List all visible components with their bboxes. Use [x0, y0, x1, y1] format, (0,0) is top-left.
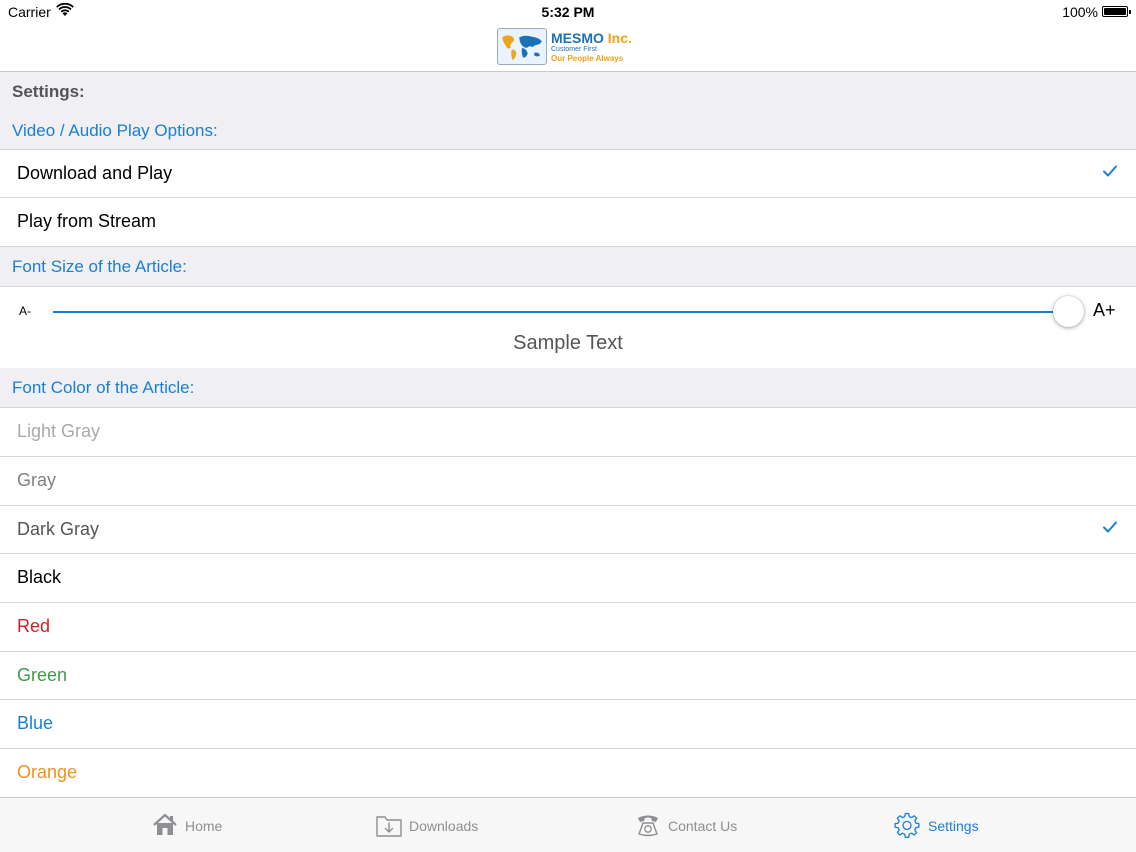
tab-bar: Home Downloads Contact Us Settings	[0, 797, 1136, 852]
settings-title-section: Settings:	[0, 72, 1136, 112]
color-option-label: Black	[17, 567, 62, 587]
tab-label: Settings	[928, 818, 979, 834]
font-color-header: Font Color of the Article:	[12, 378, 195, 397]
option-play-from-stream[interactable]: Play from Stream	[0, 197, 1136, 246]
color-option-red[interactable]: Red	[0, 602, 1136, 651]
checkmark-icon	[1103, 521, 1117, 533]
font-size-slider-thumb[interactable]	[1053, 296, 1084, 327]
sample-text: Sample Text	[513, 332, 623, 354]
tab-home[interactable]: Home	[140, 798, 250, 852]
color-option-dark-gray[interactable]: Dark Gray	[0, 505, 1136, 554]
logo-brand: MESMO Inc.	[551, 30, 632, 46]
status-bar: Carrier 5:32 PM 100%	[0, 0, 1136, 22]
font-size-header: Font Size of the Article:	[12, 257, 187, 276]
downloads-icon	[376, 816, 402, 837]
logo-tagline-1: Customer First	[551, 46, 597, 53]
world-map-icon	[497, 28, 547, 65]
color-option-green[interactable]: Green	[0, 651, 1136, 700]
color-option-blue[interactable]: Blue	[0, 699, 1136, 748]
color-option-label: Green	[17, 665, 68, 685]
color-option-black[interactable]: Black	[0, 553, 1136, 602]
tab-contact-us[interactable]: Contact Us	[625, 798, 755, 852]
page-title: Settings:	[12, 82, 85, 101]
option-label: Download and Play	[17, 163, 173, 183]
option-label: Play from Stream	[17, 211, 157, 231]
color-option-label: Light Gray	[17, 421, 101, 441]
battery-icon	[1102, 6, 1131, 17]
font-size-slider-row: A- A+ Sample Text	[0, 286, 1136, 368]
play-options-header: Video / Audio Play Options:	[12, 121, 218, 140]
font-size-section: Font Size of the Article:	[0, 246, 1136, 286]
navigation-bar: MESMO Inc. Customer First Our People Alw…	[0, 22, 1136, 72]
color-option-label: Blue	[17, 713, 54, 733]
color-option-gray[interactable]: Gray	[0, 456, 1136, 505]
option-download-and-play[interactable]: Download and Play	[0, 149, 1136, 198]
gear-icon	[894, 812, 920, 838]
font-size-min-label: A-	[19, 304, 31, 318]
logo-tagline-2: Our People Always	[551, 54, 624, 63]
battery-percent: 100%	[1062, 4, 1098, 20]
checkmark-icon	[1103, 165, 1117, 177]
home-icon	[153, 813, 177, 835]
color-option-label: Dark Gray	[17, 519, 100, 539]
tab-label: Downloads	[409, 818, 479, 834]
tab-settings[interactable]: Settings	[882, 798, 1002, 852]
status-time: 5:32 PM	[541, 4, 595, 20]
color-option-label: Red	[17, 616, 51, 636]
color-option-label: Orange	[17, 762, 78, 782]
phone-icon	[638, 815, 658, 837]
font-size-max-label: A+	[1093, 300, 1116, 320]
tab-label: Home	[185, 818, 223, 834]
color-option-label: Gray	[17, 470, 57, 490]
font-color-section: Font Color of the Article:	[0, 368, 1136, 408]
tab-label: Contact Us	[668, 818, 738, 834]
tab-downloads[interactable]: Downloads	[365, 798, 495, 852]
play-options-section: Video / Audio Play Options:	[0, 112, 1136, 150]
font-size-slider-track[interactable]	[53, 311, 1069, 313]
color-option-light-gray[interactable]: Light Gray	[0, 407, 1136, 456]
company-logo: MESMO Inc. Customer First Our People Alw…	[497, 28, 641, 66]
color-option-orange[interactable]: Orange	[0, 748, 1136, 797]
